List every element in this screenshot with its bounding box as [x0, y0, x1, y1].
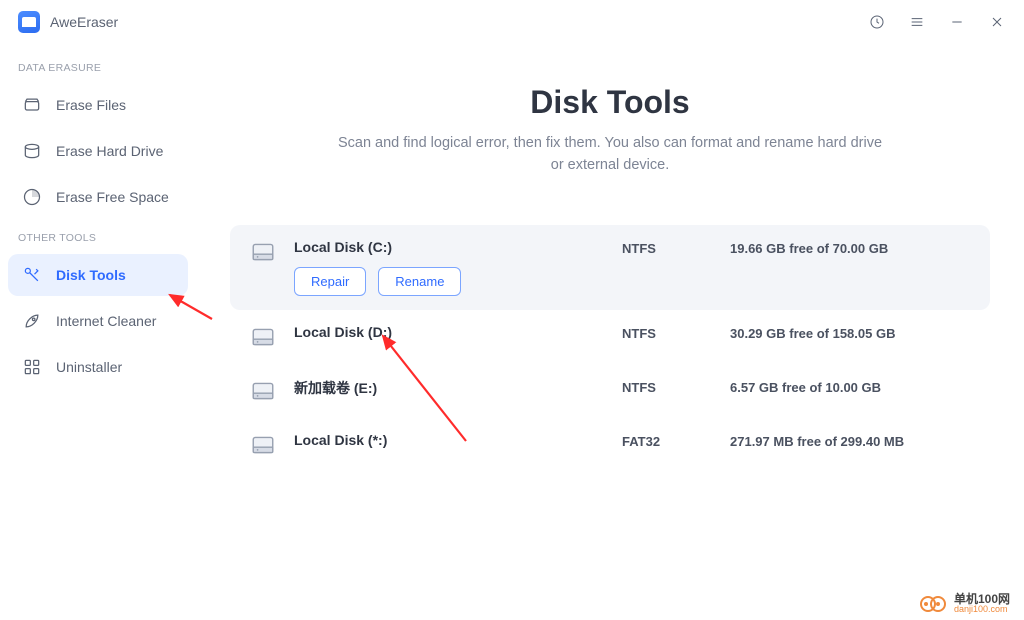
section-label-other: OTHER TOOLS	[0, 222, 196, 250]
disk-name: Local Disk (D:)	[294, 324, 604, 340]
free-space-icon	[22, 187, 42, 207]
disk-row[interactable]: Local Disk (C:) Repair Rename NTFS 19.66…	[230, 225, 990, 310]
section-label-erasure: DATA ERASURE	[0, 52, 196, 80]
sidebar-item-internet-cleaner[interactable]: Internet Cleaner	[8, 300, 188, 342]
minimize-icon[interactable]	[948, 13, 966, 31]
app-logo-icon	[18, 11, 40, 33]
sidebar-item-uninstaller[interactable]: Uninstaller	[8, 346, 188, 388]
rocket-icon	[22, 311, 42, 331]
disk-row[interactable]: 新加载卷 (E:) Repair Rename NTFS 6.57 GB fre…	[230, 364, 990, 418]
rename-button[interactable]: Rename	[378, 267, 461, 296]
disk-icon	[250, 239, 276, 265]
disk-filesystem: NTFS	[622, 239, 712, 256]
sidebar-item-label: Disk Tools	[56, 267, 126, 283]
disk-free-space: 19.66 GB free of 70.00 GB	[730, 239, 970, 256]
disk-filesystem: NTFS	[622, 324, 712, 341]
close-icon[interactable]	[988, 13, 1006, 31]
disk-icon	[250, 324, 276, 350]
repair-button[interactable]: Repair	[294, 267, 366, 296]
titlebar: AweEraser	[0, 0, 1024, 44]
sidebar-item-label: Erase Free Space	[56, 189, 169, 205]
disk-filesystem: NTFS	[622, 378, 712, 395]
erase-files-icon	[22, 95, 42, 115]
titlebar-controls	[868, 13, 1006, 31]
sidebar: DATA ERASURE Erase Files Erase Hard Driv…	[0, 44, 196, 620]
sidebar-item-erase-files[interactable]: Erase Files	[8, 84, 188, 126]
sidebar-item-label: Internet Cleaner	[56, 313, 156, 329]
disk-name: 新加载卷 (E:)	[294, 378, 604, 398]
sidebar-item-erase-free-space[interactable]: Erase Free Space	[8, 176, 188, 218]
watermark-bottom: danji100.com	[954, 605, 1010, 614]
sidebar-item-label: Erase Hard Drive	[56, 143, 163, 159]
hard-drive-icon	[22, 141, 42, 161]
history-icon[interactable]	[868, 13, 886, 31]
disk-list: Local Disk (C:) Repair Rename NTFS 19.66…	[230, 225, 990, 472]
watermark: 单机100网 danji100.com	[920, 593, 1010, 614]
sidebar-item-erase-hard-drive[interactable]: Erase Hard Drive	[8, 130, 188, 172]
menu-icon[interactable]	[908, 13, 926, 31]
disk-tools-icon	[22, 265, 42, 285]
disk-row[interactable]: Local Disk (D:) Repair Rename NTFS 30.29…	[230, 310, 990, 364]
disk-icon	[250, 432, 276, 458]
disk-row[interactable]: Local Disk (*:) Repair Rename FAT32 271.…	[230, 418, 990, 472]
disk-name: Local Disk (*:)	[294, 432, 604, 448]
disk-free-space: 271.97 MB free of 299.40 MB	[730, 432, 970, 449]
disk-free-space: 30.29 GB free of 158.05 GB	[730, 324, 970, 341]
disk-filesystem: FAT32	[622, 432, 712, 449]
sidebar-item-label: Uninstaller	[56, 359, 122, 375]
app-title: AweEraser	[50, 14, 118, 30]
disk-icon	[250, 378, 276, 404]
disk-name: Local Disk (C:)	[294, 239, 604, 255]
page-title: Disk Tools	[230, 84, 990, 121]
apps-icon	[22, 357, 42, 377]
titlebar-left: AweEraser	[18, 11, 118, 33]
sidebar-item-label: Erase Files	[56, 97, 126, 113]
page-subtitle: Scan and find logical error, then fix th…	[330, 133, 890, 177]
sidebar-item-disk-tools[interactable]: Disk Tools	[8, 254, 188, 296]
watermark-logo-icon	[920, 595, 948, 613]
main-panel: Disk Tools Scan and find logical error, …	[196, 44, 1024, 620]
disk-free-space: 6.57 GB free of 10.00 GB	[730, 378, 970, 395]
